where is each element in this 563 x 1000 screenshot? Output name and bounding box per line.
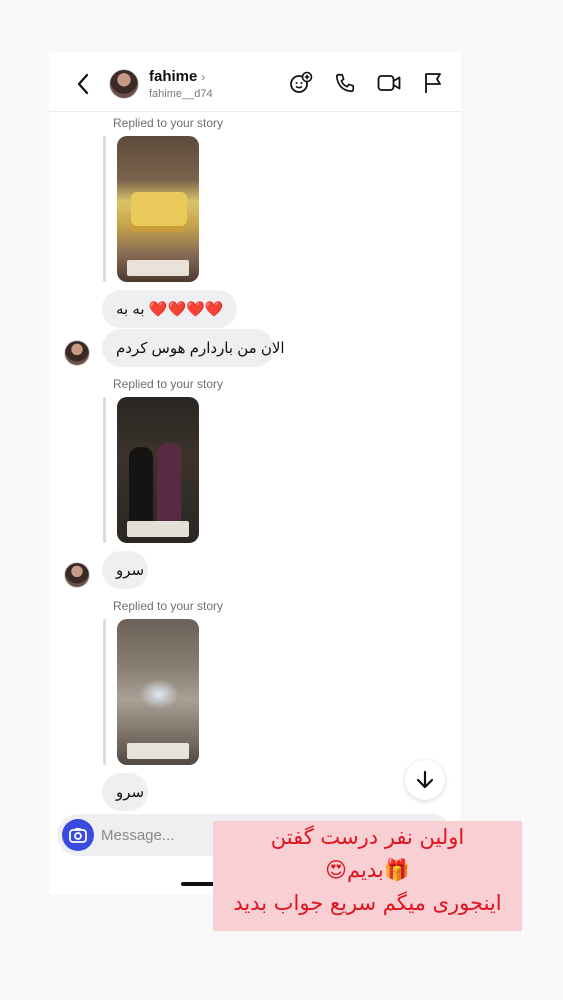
add-friend-button[interactable] [289, 70, 313, 96]
message-list[interactable]: Replied to your story به به ❤️❤️❤️❤️ الا… [49, 112, 461, 812]
contact-profile-link[interactable]: fahime › fahime__d74 [149, 68, 213, 100]
overlay-line-1: اولین نفر درست گفتن [270, 825, 465, 849]
add-friend-icon [290, 71, 313, 93]
message-bubble[interactable]: سرو [102, 773, 148, 811]
light-reflection [139, 679, 179, 709]
chat-header: fahime › fahime__d74 [49, 52, 461, 112]
story-thumbnail[interactable] [117, 619, 199, 765]
sender-avatar [64, 340, 90, 366]
back-arrow-icon [77, 73, 89, 95]
arrow-down-icon [416, 770, 434, 789]
flag-icon [425, 73, 441, 93]
person-figure [157, 443, 181, 525]
message-bubble[interactable]: الان من باردارم هوس کردم [102, 329, 285, 367]
voice-call-button[interactable] [333, 70, 357, 96]
person-figure [129, 447, 153, 525]
reply-indicator-line [103, 619, 106, 765]
story-caption-sticker [127, 743, 189, 759]
contact-avatar[interactable] [109, 69, 139, 99]
story-thumbnail[interactable] [117, 136, 199, 282]
cake-image [131, 192, 187, 232]
replied-to-story-label: Replied to your story [113, 116, 224, 130]
story-caption-sticker [127, 521, 189, 537]
camera-button[interactable] [62, 819, 94, 851]
sender-avatar [64, 562, 90, 588]
chevron-right-icon: › [201, 70, 206, 84]
replied-to-story-label: Replied to your story [113, 599, 224, 613]
contact-username: fahime__d74 [149, 88, 213, 100]
contact-display-name: fahime [149, 68, 198, 85]
story-text-overlay: اولین نفر درست گفتن 🎁بدیم😍 اینجوری میگم … [213, 821, 522, 931]
story-caption-sticker [127, 260, 189, 276]
overlay-line-3: اینجوری میگم سریع جواب بدید [233, 891, 502, 915]
scroll-to-bottom-button[interactable] [405, 760, 445, 800]
report-button[interactable] [421, 70, 445, 96]
header-actions [289, 70, 445, 96]
overlay-line-2: 🎁بدیم😍 [325, 858, 410, 882]
dm-thread-screen: fahime › fahime__d74 Replied to your stor… [49, 52, 461, 894]
replied-to-story-label: Replied to your story [113, 377, 224, 391]
video-call-button[interactable] [377, 70, 401, 96]
video-camera-icon [377, 75, 401, 91]
phone-icon [335, 73, 355, 93]
back-button[interactable] [71, 70, 95, 98]
story-thumbnail[interactable] [117, 397, 199, 543]
camera-icon [69, 828, 87, 843]
reply-indicator-line [103, 397, 106, 543]
message-bubble[interactable]: به به ❤️❤️❤️❤️ [102, 290, 237, 328]
reply-indicator-line [103, 136, 106, 282]
message-bubble[interactable]: سرو [102, 551, 148, 589]
